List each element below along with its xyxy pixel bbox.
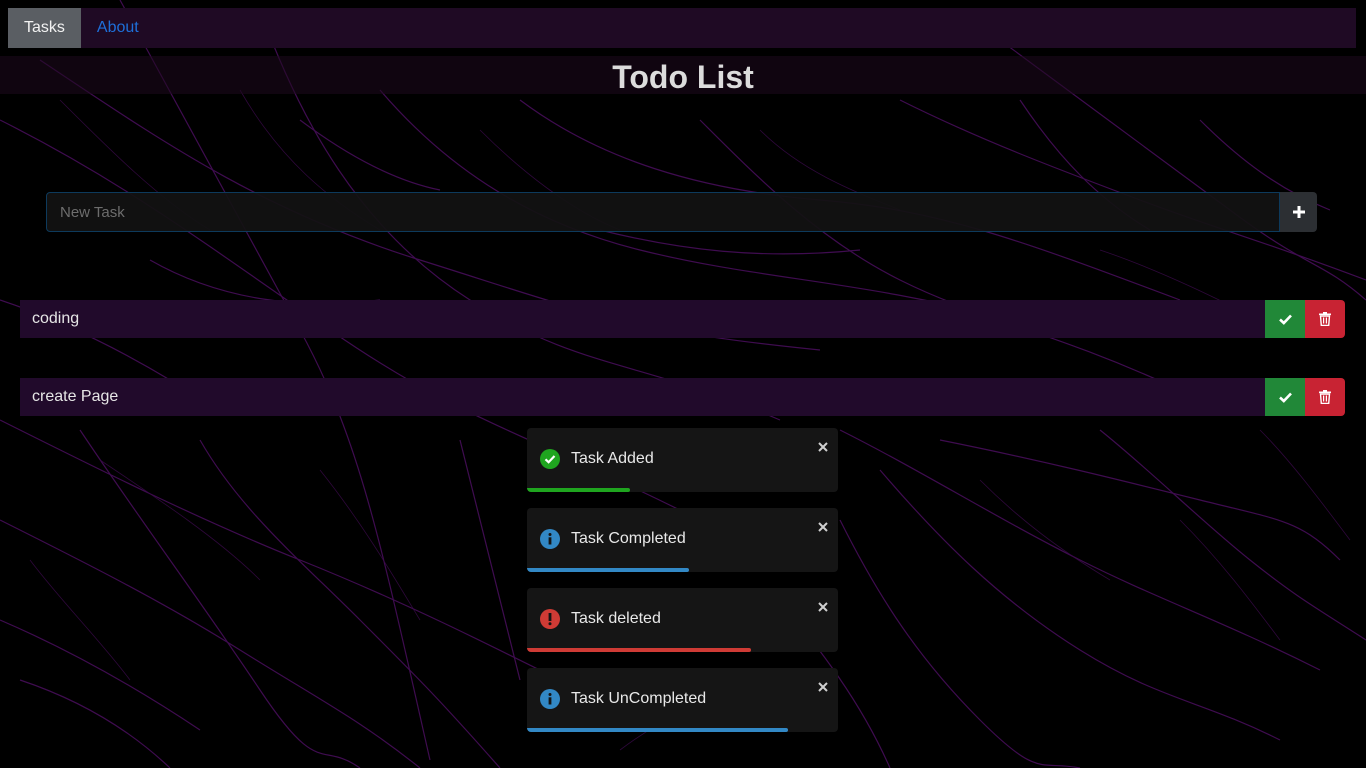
- toast-message: Task deleted: [571, 610, 661, 627]
- complete-task-button[interactable]: [1265, 378, 1305, 416]
- check-circle-icon: [540, 449, 560, 469]
- add-task-button[interactable]: [1280, 192, 1317, 232]
- toast-message: Task Added: [571, 450, 654, 467]
- toast-message: Task Completed: [571, 530, 686, 547]
- new-task-input[interactable]: [46, 192, 1280, 232]
- close-icon[interactable]: [816, 680, 830, 694]
- toast-notification: Task Completed: [527, 508, 838, 572]
- trash-icon: [1319, 312, 1331, 326]
- toast-notification: Task Added: [527, 428, 838, 492]
- info-circle-icon: [540, 689, 560, 709]
- task-label: create Page: [20, 378, 1265, 416]
- nav-tab-tasks[interactable]: Tasks: [8, 8, 81, 48]
- toast-notification: Task deleted: [527, 588, 838, 652]
- task-item: create Page: [20, 378, 1345, 416]
- toast-progress-bar: [527, 488, 630, 492]
- task-label: coding: [20, 300, 1265, 338]
- toast-message: Task UnCompleted: [571, 690, 707, 707]
- toast-progress-bar: [527, 728, 789, 732]
- page-title: Todo List: [612, 59, 754, 95]
- check-icon: [1278, 314, 1292, 325]
- new-task-form: [46, 192, 1317, 232]
- close-icon[interactable]: [816, 600, 830, 614]
- exclamation-circle-icon: [540, 609, 560, 629]
- complete-task-button[interactable]: [1265, 300, 1305, 338]
- task-item: coding: [20, 300, 1345, 338]
- close-icon[interactable]: [816, 520, 830, 534]
- toast-progress-bar: [527, 648, 751, 652]
- info-circle-icon: [540, 529, 560, 549]
- nav-link-about[interactable]: About: [81, 8, 155, 48]
- trash-icon: [1319, 390, 1331, 404]
- toast-progress-bar: [527, 568, 689, 572]
- check-icon: [1278, 392, 1292, 403]
- delete-task-button[interactable]: [1305, 300, 1345, 338]
- delete-task-button[interactable]: [1305, 378, 1345, 416]
- close-icon[interactable]: [816, 440, 830, 454]
- toast-notification: Task UnCompleted: [527, 668, 838, 732]
- plus-icon: [1292, 206, 1305, 218]
- navbar: Tasks About: [8, 8, 1356, 48]
